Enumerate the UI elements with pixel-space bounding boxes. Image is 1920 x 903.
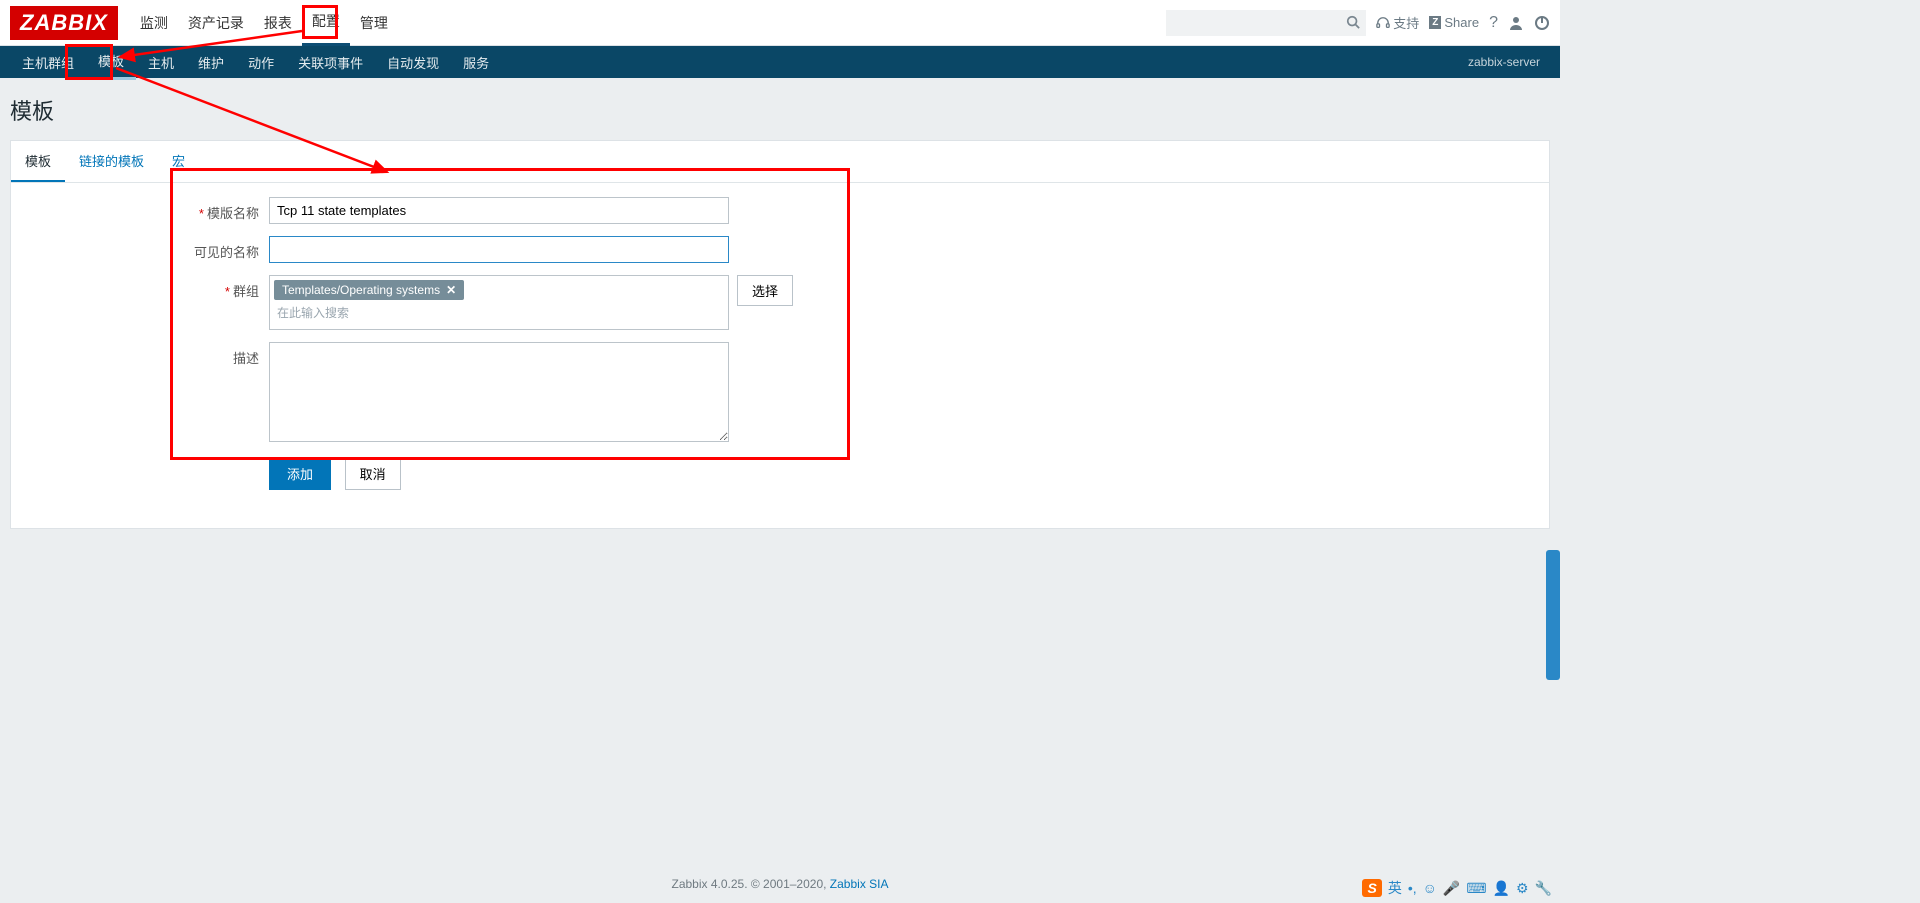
topnav-inventory[interactable]: 资产记录 [178, 1, 254, 45]
ime-badge-icon[interactable]: S [1362, 879, 1381, 897]
label-desc: 描述 [233, 351, 259, 366]
tab-template[interactable]: 模板 [11, 141, 65, 182]
share-link[interactable]: Z Share [1429, 15, 1479, 30]
ime-keyboard-icon[interactable]: ⌨ [1466, 880, 1486, 897]
group-tagbox[interactable]: Templates/Operating systems✕ 在此输入搜索 [269, 275, 729, 330]
server-name: zabbix-server [1468, 55, 1550, 69]
logo[interactable]: ZABBIX [10, 6, 118, 40]
label-visible: 可见的名称 [194, 245, 259, 260]
user-icon[interactable] [1508, 15, 1524, 31]
subnav-maintenance[interactable]: 维护 [186, 46, 236, 79]
subnav-hostgroups[interactable]: 主机群组 [10, 46, 86, 79]
support-link[interactable]: 支持 [1376, 13, 1419, 32]
topnav-reports[interactable]: 报表 [254, 1, 302, 45]
add-button[interactable]: 添加 [269, 457, 331, 490]
ime-punct-icon[interactable]: •, [1408, 880, 1417, 896]
ime-settings-icon[interactable]: ⚙ [1516, 880, 1529, 897]
group-tag[interactable]: Templates/Operating systems✕ [274, 280, 464, 300]
form-area: *模版名称 可见的名称 *群组 Templates/Operating syst… [11, 183, 1549, 528]
label-group: 群组 [233, 284, 259, 299]
tabs: 模板 链接的模板 宏 [11, 141, 1549, 183]
support-label: 支持 [1393, 13, 1419, 32]
top-nav: ZABBIX 监测 资产记录 报表 配置 管理 支持 Z Share ? [0, 0, 1560, 46]
subnav-templates[interactable]: 模板 [86, 44, 136, 80]
topnav-monitoring[interactable]: 监测 [130, 1, 178, 45]
headset-icon [1376, 16, 1390, 30]
subnav-hosts[interactable]: 主机 [136, 46, 186, 79]
ime-toolbar[interactable]: S 英 •, ☺ 🎤 ⌨ 👤 ⚙ 🔧 [1362, 878, 1552, 898]
topnav-configuration[interactable]: 配置 [302, 0, 350, 46]
subnav-discovery[interactable]: 自动发现 [375, 46, 451, 79]
cancel-button[interactable]: 取消 [345, 457, 401, 490]
search-wrap [1166, 10, 1366, 36]
ime-tools-icon[interactable]: 🔧 [1535, 880, 1552, 897]
subnav-services[interactable]: 服务 [451, 46, 501, 79]
remove-tag-icon[interactable]: ✕ [446, 283, 456, 297]
help-icon[interactable]: ? [1489, 14, 1498, 32]
page-title: 模板 [0, 78, 1560, 140]
ime-mic-icon[interactable]: 🎤 [1443, 880, 1460, 897]
topnav-administration[interactable]: 管理 [350, 1, 398, 45]
share-label: Share [1444, 15, 1479, 30]
tab-macros[interactable]: 宏 [158, 141, 199, 182]
group-hint: 在此输入搜索 [274, 300, 724, 325]
label-name: 模版名称 [207, 206, 259, 221]
visible-name-input[interactable] [269, 236, 729, 263]
ime-user-icon[interactable]: 👤 [1493, 880, 1510, 897]
template-name-input[interactable] [269, 197, 729, 224]
footer-link[interactable]: Zabbix SIA [830, 877, 889, 891]
z-icon: Z [1429, 16, 1441, 29]
sub-nav: 主机群组 模板 主机 维护 动作 关联项事件 自动发现 服务 zabbix-se… [0, 46, 1560, 78]
volume-widget[interactable] [1546, 550, 1560, 680]
ime-lang[interactable]: 英 [1388, 878, 1402, 898]
subnav-correlation[interactable]: 关联项事件 [286, 46, 375, 79]
select-group-button[interactable]: 选择 [737, 275, 793, 306]
search-input[interactable] [1166, 10, 1366, 36]
footer: Zabbix 4.0.25. © 2001–2020, Zabbix SIA [0, 877, 1560, 891]
subnav-actions[interactable]: 动作 [236, 46, 286, 79]
form-panel: 模板 链接的模板 宏 *模版名称 可见的名称 *群组 Templates/Ope… [10, 140, 1550, 529]
ime-smiley-icon[interactable]: ☺ [1423, 880, 1437, 896]
search-icon[interactable] [1346, 15, 1360, 29]
power-icon[interactable] [1534, 15, 1550, 31]
tab-linked[interactable]: 链接的模板 [65, 141, 158, 182]
description-textarea[interactable] [269, 342, 729, 442]
